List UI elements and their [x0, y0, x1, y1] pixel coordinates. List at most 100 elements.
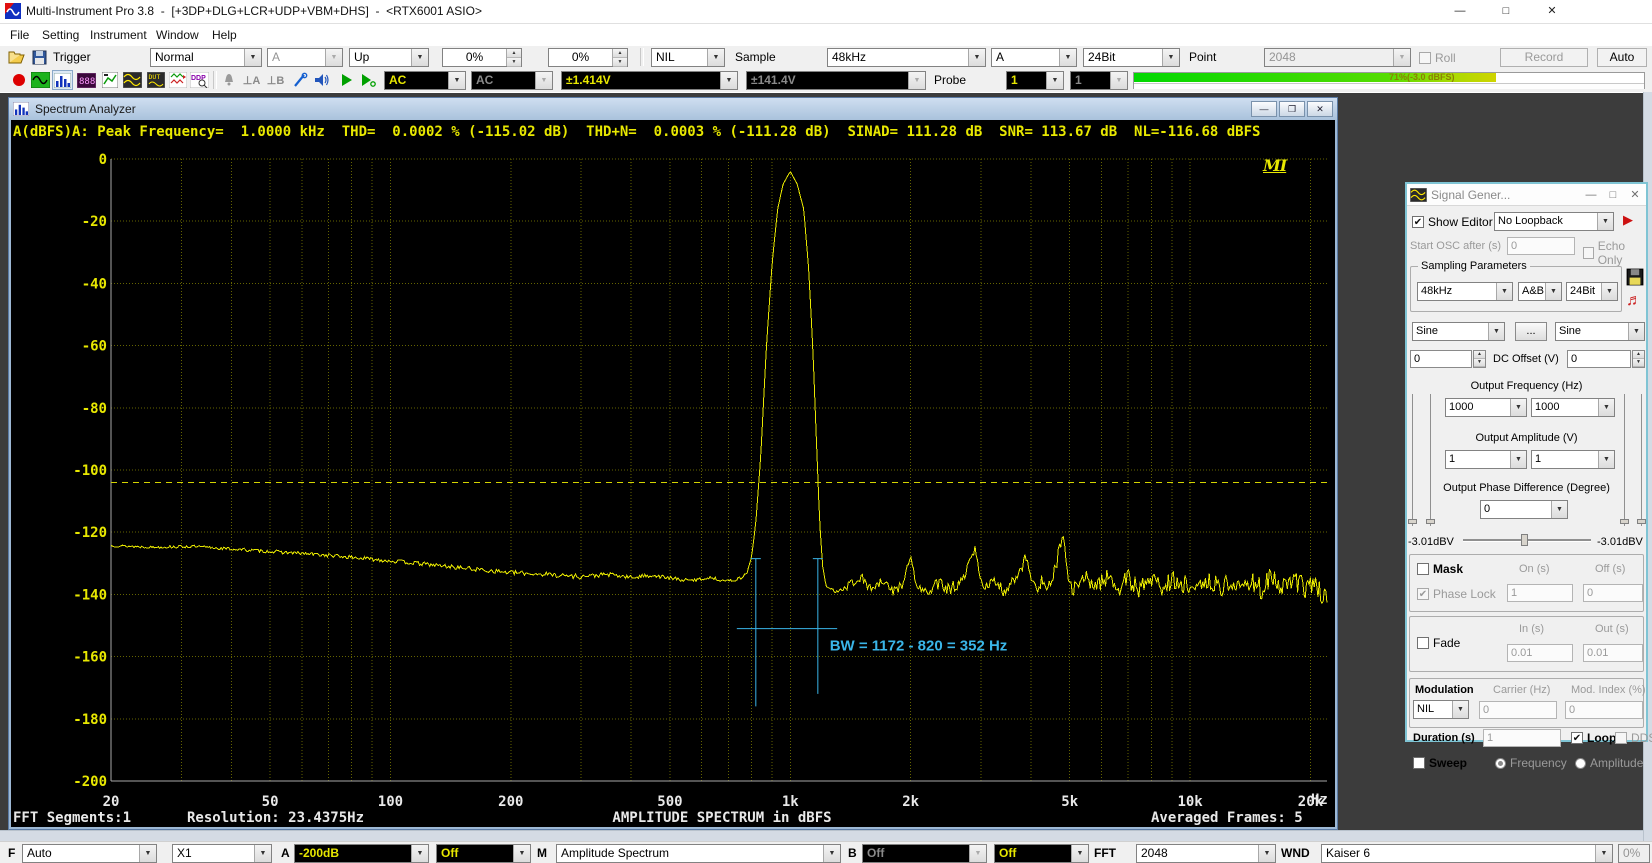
amplitude-b-select[interactable]: 1▼: [1531, 450, 1615, 469]
fft-size-select[interactable]: 2048▼: [1136, 844, 1276, 863]
loop-checkbox[interactable]: ✔ Loop: [1571, 731, 1616, 745]
start-osc-input[interactable]: 0: [1507, 237, 1575, 255]
menu-help[interactable]: Help: [208, 27, 241, 43]
trigger-level-spinner[interactable]: 0% ▲▼: [442, 48, 522, 67]
trigger-edge-select[interactable]: Up▼: [349, 48, 429, 67]
fade-checkbox[interactable]: Fade: [1417, 636, 1460, 650]
derived-data-icon[interactable]: [167, 70, 188, 90]
dual-display-icon[interactable]: [122, 70, 143, 90]
range-b-select[interactable]: ±141.4V▼: [746, 71, 926, 90]
open-file-icon[interactable]: [6, 47, 27, 67]
balance-slider[interactable]: [1463, 533, 1591, 547]
dc-offset-a-spinner[interactable]: ▲▼: [1473, 350, 1486, 368]
run-single-icon[interactable]: [357, 70, 378, 90]
minimize-button[interactable]: —: [1446, 0, 1474, 23]
siggen-minimize-button[interactable]: —: [1580, 189, 1602, 201]
close-button[interactable]: ✕: [1538, 0, 1566, 23]
dut-icon[interactable]: DUT: [145, 70, 166, 90]
siggen-note-button[interactable]: ♬: [1626, 292, 1642, 310]
window-function-select[interactable]: Kaiser 6▼: [1321, 844, 1613, 863]
mask-on-input[interactable]: 1: [1507, 584, 1573, 602]
trigger-source-select[interactable]: A▼: [267, 48, 343, 67]
menu-setting[interactable]: Setting: [38, 27, 83, 43]
trigger-hpf-select[interactable]: NIL▼: [651, 48, 725, 67]
amplitude-slider-a1[interactable]: [1408, 394, 1417, 526]
duration-input[interactable]: 1: [1483, 729, 1561, 747]
spectrum-close-button[interactable]: ✕: [1307, 101, 1333, 117]
ground-a-icon[interactable]: ⊥A: [241, 70, 262, 90]
amplitude-slider-a2[interactable]: [1426, 394, 1435, 526]
dc-offset-a-input[interactable]: 0: [1410, 350, 1472, 368]
mask-off-input[interactable]: 0: [1583, 584, 1643, 602]
frequency-a-select[interactable]: 1000▼: [1445, 398, 1527, 417]
spinner-arrows-icon[interactable]: ▲▼: [612, 49, 627, 66]
title-bar[interactable]: Multi-Instrument Pro 3.8 - [+3DP+DLG+LCR…: [0, 0, 1652, 24]
run-icon[interactable]: [336, 70, 357, 90]
amplitude-a-select[interactable]: 1▼: [1445, 450, 1527, 469]
amplitude-slider-b2[interactable]: [1637, 394, 1646, 526]
multimeter-icon[interactable]: 888: [76, 70, 97, 90]
auto-button[interactable]: Auto: [1597, 48, 1647, 67]
loopback-select[interactable]: No Loopback▼: [1494, 212, 1614, 231]
sweep-frequency-radio[interactable]: Frequency: [1495, 756, 1567, 770]
echo-only-checkbox[interactable]: Echo Only: [1583, 239, 1646, 267]
range-b-db-select[interactable]: Off▼: [862, 844, 987, 863]
siggen-close-button[interactable]: ✕: [1624, 188, 1646, 201]
frequency-b-select[interactable]: 1000▼: [1531, 398, 1615, 417]
show-editor-checkbox[interactable]: ✔ Show Editor: [1412, 215, 1493, 229]
phase-difference-select[interactable]: 0▼: [1480, 500, 1568, 519]
dc-offset-b-input[interactable]: 0: [1567, 350, 1631, 368]
spectrum-analyzer-icon[interactable]: [52, 70, 73, 90]
siggen-bits-select[interactable]: 24Bit▼: [1566, 282, 1618, 301]
spectrum-window-title-bar[interactable]: Spectrum Analyzer — ❐ ✕: [9, 98, 1337, 120]
signal-generator-icon[interactable]: [30, 70, 51, 90]
spectrum-maximize-button[interactable]: ❐: [1279, 101, 1305, 117]
siggen-channels-select[interactable]: A&B▼: [1518, 282, 1562, 301]
amplitude-slider-b1[interactable]: [1620, 394, 1629, 526]
display-mode-select[interactable]: Amplitude Spectrum▼: [556, 844, 841, 863]
sample-channel-select[interactable]: A▼: [991, 48, 1077, 67]
phase-lock-checkbox[interactable]: ✔ Phase Lock: [1417, 587, 1496, 601]
mod-index-input[interactable]: 0: [1565, 701, 1643, 719]
device-test-plan-icon[interactable]: [99, 70, 120, 90]
range-a-db-select[interactable]: -200dB▼: [294, 844, 429, 863]
fade-in-input[interactable]: 0.01: [1507, 644, 1573, 662]
spectrum-chart[interactable]: 0-20-40-60-80-100-120-140-160-180-200205…: [11, 144, 1335, 827]
speaker-icon[interactable]: [311, 70, 332, 90]
ref-a-select[interactable]: Off▼: [436, 844, 531, 863]
menu-instrument[interactable]: Instrument: [86, 27, 151, 43]
range-a-select[interactable]: ±1.414V▼: [561, 71, 738, 90]
fade-out-input[interactable]: 0.01: [1583, 644, 1643, 662]
zoom-select[interactable]: X1▼: [172, 844, 272, 863]
ground-b-icon[interactable]: ⊥B: [265, 70, 286, 90]
spinner-arrows-icon[interactable]: ▲▼: [506, 49, 521, 66]
coupling-a-select[interactable]: AC▼: [384, 71, 466, 90]
waveform-b-select[interactable]: Sine▼: [1555, 322, 1645, 341]
probe-calibration-icon[interactable]: [289, 70, 310, 90]
siggen-save-button[interactable]: [1626, 268, 1644, 289]
waveform-more-button[interactable]: ...: [1515, 322, 1547, 341]
roll-checkbox[interactable]: Roll: [1419, 51, 1456, 65]
siggen-start-icon[interactable]: ▶: [1623, 212, 1633, 228]
frequency-axis-select[interactable]: Auto▼: [22, 844, 157, 863]
counter-bell-icon[interactable]: [218, 70, 239, 90]
spectrum-plot[interactable]: 0-20-40-60-80-100-120-140-160-180-200205…: [11, 144, 1335, 827]
sweep-checkbox[interactable]: Sweep: [1413, 756, 1467, 770]
overlap-select[interactable]: 0%: [1618, 844, 1650, 863]
dc-offset-b-spinner[interactable]: ▲▼: [1632, 350, 1645, 368]
record-button[interactable]: Record: [1500, 48, 1588, 67]
spectrum-minimize-button[interactable]: —: [1251, 101, 1277, 117]
save-icon[interactable]: [29, 47, 50, 67]
probe-b-select[interactable]: 1▼: [1070, 71, 1128, 90]
modulation-select[interactable]: NIL▼: [1413, 700, 1469, 719]
sample-bits-select[interactable]: 24Bit▼: [1083, 48, 1180, 67]
probe-a-select[interactable]: 1▼: [1006, 71, 1064, 90]
oscilloscope-icon[interactable]: [8, 70, 29, 90]
mask-checkbox[interactable]: Mask: [1417, 562, 1463, 576]
dds-checkbox[interactable]: DDS: [1615, 731, 1652, 745]
carrier-input[interactable]: 0: [1479, 701, 1557, 719]
waveform-a-select[interactable]: Sine▼: [1412, 322, 1505, 341]
coupling-b-select[interactable]: AC▼: [471, 71, 553, 90]
ddp-viewer-icon[interactable]: DDP: [189, 70, 210, 90]
menu-window[interactable]: Window: [152, 27, 203, 43]
